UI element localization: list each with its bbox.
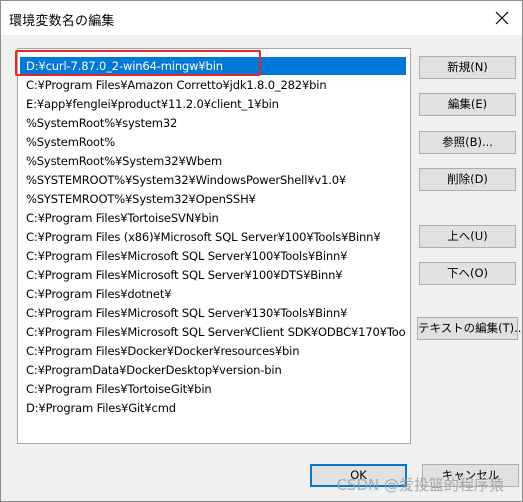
edit-text-button[interactable]: テキストの編集(T)...	[417, 317, 522, 340]
path-list-item[interactable]: %SystemRoot%	[20, 133, 406, 151]
path-list-item[interactable]: D:¥Program Files¥Git¥cmd	[20, 399, 406, 417]
title-bar: 環境変数名の編集	[1, 1, 522, 35]
path-list-item[interactable]: C:¥Program Files (x86)¥Microsoft SQL Ser…	[20, 228, 406, 246]
path-list-item[interactable]: C:¥Program Files¥Microsoft SQL Server¥10…	[20, 247, 406, 265]
path-list-item[interactable]: %SYSTEMROOT%¥System32¥OpenSSH¥	[20, 190, 406, 208]
window-title: 環境変数名の編集	[9, 14, 115, 29]
path-list-item[interactable]: D:¥curl-7.87.0_2-win64-mingw¥bin	[20, 57, 406, 75]
move-up-button[interactable]: 上へ(U)	[419, 225, 516, 248]
path-list-item[interactable]: %SystemRoot%¥System32¥Wbem	[20, 152, 406, 170]
path-list-item[interactable]: C:¥Program Files¥Microsoft SQL Server¥Cl…	[20, 323, 406, 341]
path-list-item[interactable]: C:¥Program Files¥TortoiseSVN¥bin	[20, 209, 406, 227]
path-list-item[interactable]: %SYSTEMROOT%¥System32¥WindowsPowerShell¥…	[20, 171, 406, 189]
watermark: CSDN @爱投篮的程序猿	[336, 476, 504, 494]
browse-button[interactable]: 参照(B)...	[419, 131, 516, 154]
path-list-item[interactable]: C:¥Program Files¥Microsoft SQL Server¥10…	[20, 266, 406, 284]
path-list-item[interactable]: C:¥ProgramData¥DockerDesktop¥version-bin	[20, 361, 406, 379]
path-list-item[interactable]: C:¥Program Files¥Docker¥Docker¥resources…	[20, 342, 406, 360]
path-list-item[interactable]: E:¥app¥fenglei¥product¥11.2.0¥client_1¥b…	[20, 95, 406, 113]
path-list-item[interactable]: C:¥Program Files¥TortoiseGit¥bin	[20, 380, 406, 398]
path-list-item[interactable]: C:¥Program Files¥Microsoft SQL Server¥13…	[20, 304, 406, 322]
path-list-item[interactable]: C:¥Program Files¥dotnet¥	[20, 285, 406, 303]
path-list[interactable]: D:¥curl-7.87.0_2-win64-mingw¥bin C:¥Progr…	[17, 48, 411, 444]
close-icon[interactable]	[492, 8, 512, 28]
path-list-item[interactable]: %SystemRoot%¥system32	[20, 114, 406, 132]
edit-environment-variable-dialog: 環境変数名の編集 D:¥curl-7.87.0_2-win64-mingw¥bi…	[0, 0, 523, 502]
delete-button[interactable]: 削除(D)	[419, 168, 516, 191]
edit-button[interactable]: 編集(E)	[419, 93, 516, 116]
path-list-item[interactable]: C:¥Program Files¥Amazon Corretto¥jdk1.8.…	[20, 76, 406, 94]
close-glyph	[495, 11, 509, 25]
new-button[interactable]: 新規(N)	[419, 56, 516, 79]
move-down-button[interactable]: 下へ(O)	[419, 262, 516, 285]
